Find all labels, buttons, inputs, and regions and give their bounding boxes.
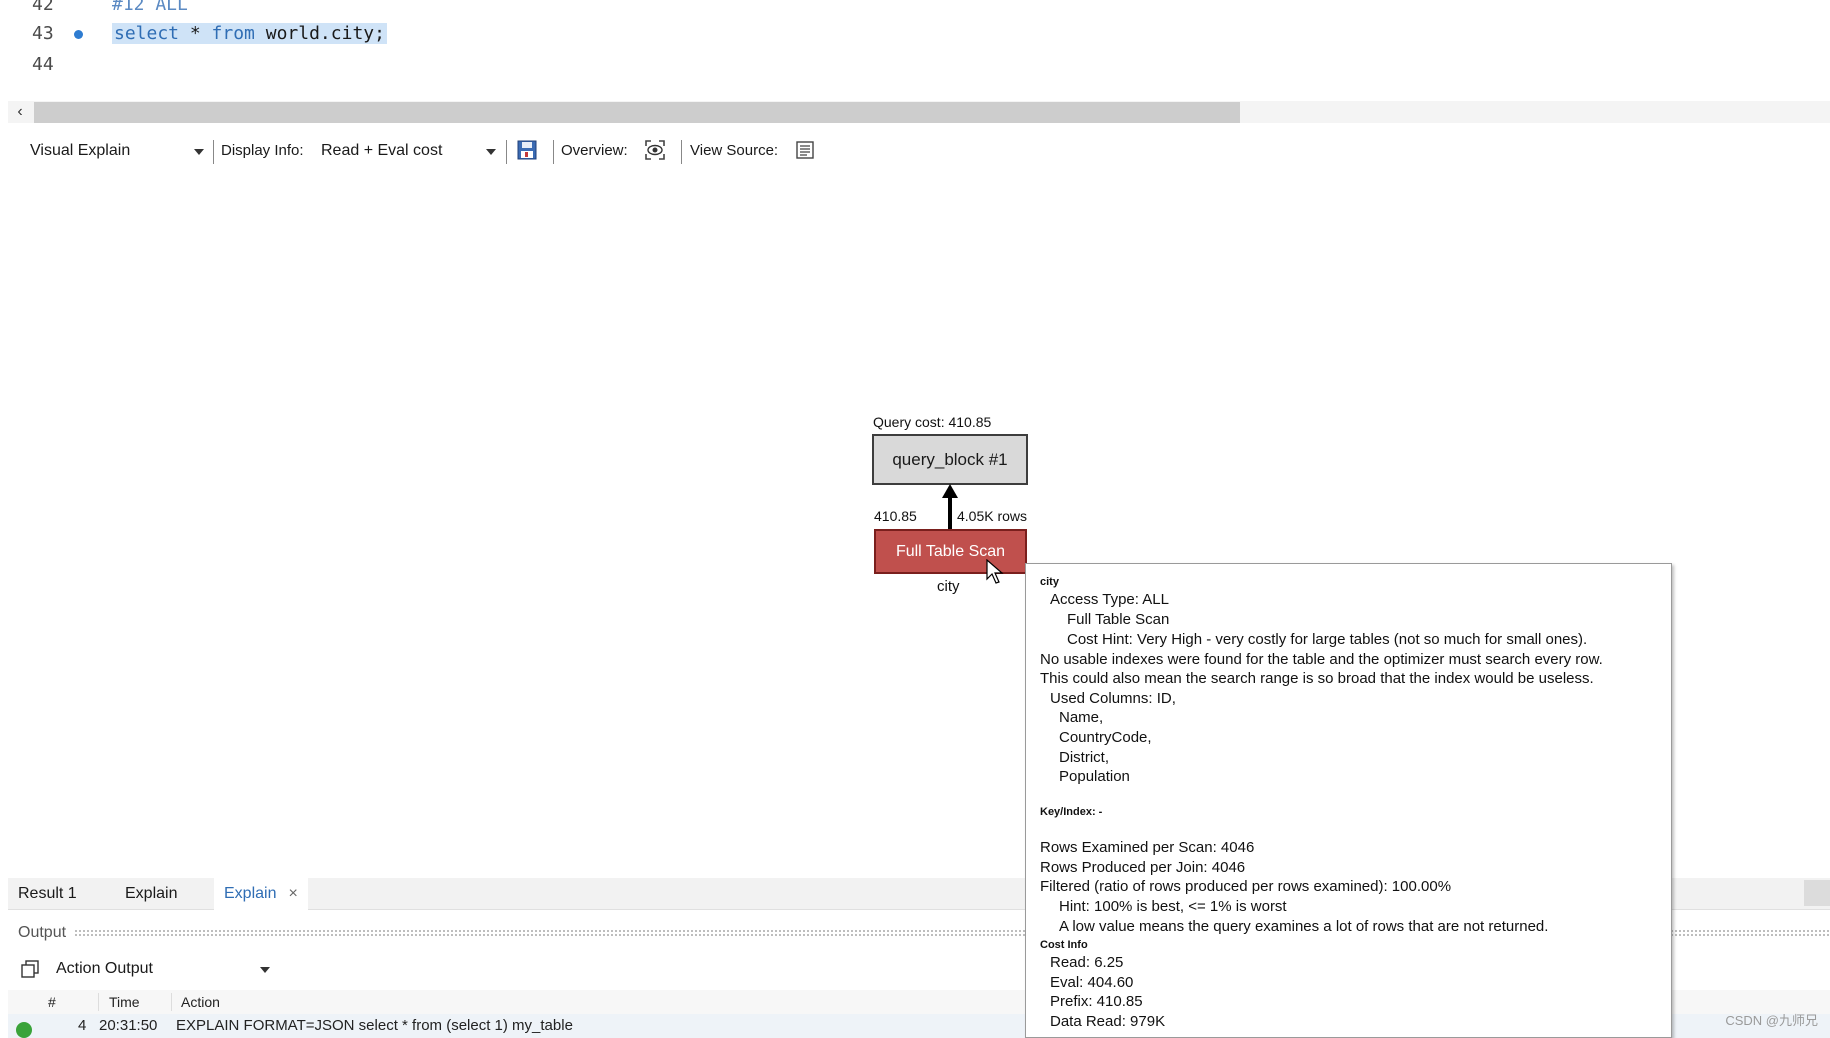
used-column: Name, bbox=[1059, 709, 1104, 726]
rows-examined: Rows Examined per Scan: 4046 bbox=[1040, 839, 1255, 856]
row-action: EXPLAIN FORMAT=JSON select * from (selec… bbox=[176, 1017, 573, 1034]
output-label: Output bbox=[18, 924, 67, 941]
chevron-down-icon[interactable] bbox=[486, 149, 496, 155]
mouse-cursor-icon bbox=[986, 559, 1004, 584]
panel-toggle[interactable] bbox=[1804, 880, 1830, 906]
column-header[interactable]: Time bbox=[109, 990, 140, 1014]
cost-eval: Eval: 404.60 bbox=[1050, 974, 1134, 991]
edge-line bbox=[948, 495, 952, 529]
sql-editor[interactable]: 42 #12 ALL 43 select * from world.city; … bbox=[8, 0, 1830, 100]
close-icon[interactable]: × bbox=[288, 885, 297, 902]
divider bbox=[681, 140, 682, 164]
filtered-hint: Hint: 100% is best, <= 1% is worst bbox=[1059, 898, 1287, 915]
node-details-tooltip: city Access Type: ALL Full Table Scan Co… bbox=[1025, 563, 1672, 1038]
column-divider bbox=[171, 993, 172, 1011]
code-comment: #12 ALL bbox=[112, 0, 188, 15]
overview-icon[interactable] bbox=[644, 139, 666, 161]
chevron-down-icon[interactable] bbox=[194, 149, 204, 155]
edge-rows-label: 4.05K rows bbox=[957, 508, 1028, 524]
overview-label: Overview: bbox=[561, 142, 628, 159]
success-check-icon bbox=[16, 1022, 32, 1038]
scrollbar-thumb[interactable] bbox=[34, 102, 1240, 123]
view-source-icon[interactable] bbox=[794, 139, 816, 161]
line-number: 43 bbox=[32, 23, 54, 44]
display-info-label: Display Info: bbox=[221, 142, 304, 159]
row-time: 20:31:50 bbox=[99, 1017, 158, 1034]
column-divider bbox=[98, 993, 99, 1011]
tab-explain-active[interactable]: Explain × bbox=[214, 878, 308, 910]
used-column: Population bbox=[1059, 768, 1130, 785]
query-cost-label: Query cost: 410.85 bbox=[873, 414, 992, 430]
tab-explain[interactable]: Explain bbox=[125, 878, 177, 910]
view-mode-select[interactable]: Visual Explain bbox=[30, 134, 130, 168]
line-number: 44 bbox=[32, 54, 54, 75]
cost-hint: Cost Hint: Very High - very costly for l… bbox=[1067, 631, 1588, 648]
explain-toolbar: Visual Explain Display Info: Read + Eval… bbox=[8, 134, 1830, 170]
tab-label: Explain bbox=[224, 885, 277, 902]
edge-cost-label: 410.85 bbox=[874, 508, 917, 524]
line-number: 42 bbox=[32, 0, 54, 15]
cost-prefix: Prefix: 410.85 bbox=[1050, 993, 1143, 1010]
divider bbox=[213, 140, 214, 164]
no-index-note: No usable indexes were found for the tab… bbox=[1040, 651, 1603, 668]
divider bbox=[553, 140, 554, 164]
divider bbox=[506, 140, 507, 164]
output-type-select[interactable]: Action Output bbox=[54, 954, 155, 984]
tab-result-1[interactable]: Result 1 bbox=[18, 878, 77, 910]
full-table-scan-node[interactable]: Full Table Scan bbox=[874, 529, 1027, 574]
filtered-ratio: Filtered (ratio of rows produced per row… bbox=[1040, 878, 1452, 895]
query-block-node[interactable]: query_block #1 bbox=[872, 434, 1028, 485]
column-header[interactable]: # bbox=[48, 990, 56, 1014]
view-source-label: View Source: bbox=[690, 142, 779, 159]
no-index-note: This could also mean the search range is… bbox=[1040, 670, 1594, 687]
access-type: Access Type: ALL bbox=[1050, 591, 1169, 608]
used-columns: Used Columns: ID, bbox=[1050, 690, 1176, 707]
used-column: District, bbox=[1059, 749, 1109, 766]
cost-read: Read: 6.25 bbox=[1050, 954, 1124, 971]
row-number: 4 bbox=[78, 1017, 87, 1034]
rows-produced: Rows Produced per Join: 4046 bbox=[1040, 859, 1246, 876]
table-name-label: city bbox=[937, 578, 960, 595]
horizontal-scrollbar[interactable]: ‹ bbox=[8, 101, 1830, 123]
chevron-down-icon[interactable] bbox=[260, 967, 270, 973]
code-text: select * from world.city; bbox=[112, 23, 387, 44]
save-icon[interactable] bbox=[516, 139, 538, 161]
column-header[interactable]: Action bbox=[181, 990, 220, 1014]
display-info-select[interactable]: Read + Eval cost bbox=[321, 134, 442, 168]
used-column: CountryCode, bbox=[1059, 729, 1152, 746]
key-index: Key/Index: - bbox=[1040, 806, 1103, 818]
data-read: Data Read: 979K bbox=[1050, 1013, 1166, 1030]
scroll-left-icon[interactable]: ‹ bbox=[12, 101, 28, 123]
watermark: CSDN @九师兄 bbox=[1725, 1013, 1818, 1028]
scan-type: Full Table Scan bbox=[1067, 611, 1170, 628]
editor-line: 43 select * from world.city; bbox=[8, 19, 1830, 49]
low-value-note: A low value means the query examines a l… bbox=[1059, 918, 1549, 935]
execution-marker-icon bbox=[74, 30, 83, 39]
copy-icon[interactable] bbox=[20, 959, 40, 979]
